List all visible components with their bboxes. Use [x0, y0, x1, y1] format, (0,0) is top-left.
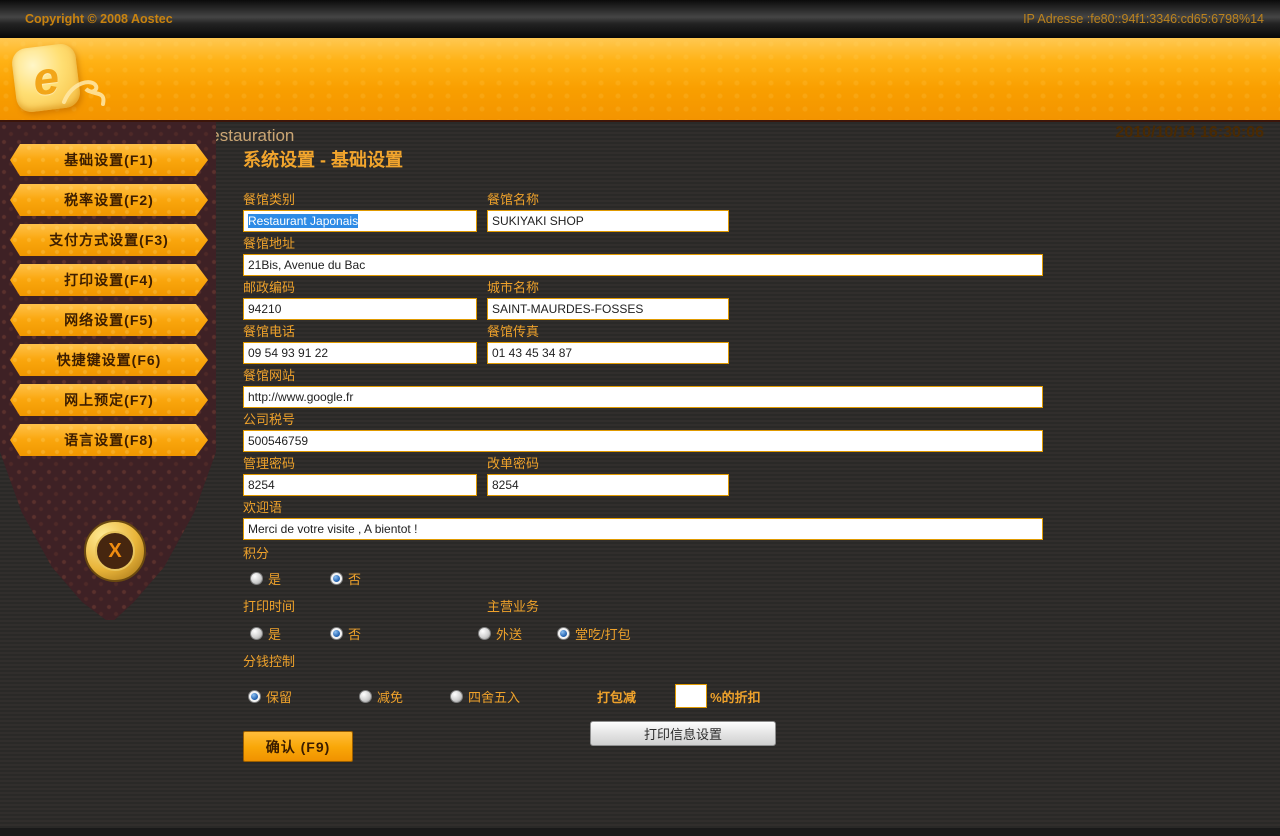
radio-icon[interactable]	[250, 627, 263, 640]
restaurant-fax-input[interactable]	[487, 342, 729, 364]
copyright-text: Copyright © 2008 Aostec	[25, 12, 173, 26]
ip-address-text: IP Adresse :fe80::94f1:3346:cd65:6798%14	[1023, 12, 1264, 26]
confirm-button[interactable]: 确认 (F9)	[243, 731, 353, 762]
radio-icon[interactable]	[557, 627, 570, 640]
cents-keep-radio[interactable]: 保留	[248, 687, 292, 706]
app-header: e AOSTEC Restauration 2010/10/14 16:30:0…	[0, 38, 1280, 122]
exit-badge-button[interactable]: X	[84, 520, 146, 582]
modify-password-label: 改单密码	[487, 456, 729, 471]
tax-id-input[interactable]	[243, 430, 1043, 452]
postal-code-input[interactable]	[243, 298, 477, 320]
tax-id-label: 公司税号	[243, 412, 1043, 427]
settings-form: 系统设置 - 基础设置 餐馆类别 Restaurant Japonais 餐馆名…	[243, 120, 1043, 789]
business-delivery-radio[interactable]: 外送	[478, 624, 522, 643]
welcome-message-label: 欢迎语	[243, 500, 1043, 515]
bottom-border	[0, 828, 1280, 836]
sidebar-item-payment-settings[interactable]: 支付方式设置(F3)	[10, 224, 208, 256]
points-group-label: 积分	[243, 546, 1043, 561]
radio-icon[interactable]	[250, 572, 263, 585]
city-name-label: 城市名称	[487, 280, 729, 295]
sidebar-item-hotkey-settings[interactable]: 快捷键设置(F6)	[10, 344, 208, 376]
modify-password-input[interactable]	[487, 474, 729, 496]
datetime-display: 2010/10/14 16:30:06	[1115, 124, 1264, 142]
selected-text: Restaurant Japonais	[248, 214, 358, 228]
sidebar: 基础设置(F1) 税率设置(F2) 支付方式设置(F3) 打印设置(F4) 网络…	[0, 122, 216, 622]
sidebar-item-network-settings[interactable]: 网络设置(F5)	[10, 304, 208, 336]
print-info-settings-button[interactable]: 打印信息设置	[590, 721, 776, 746]
radio-icon[interactable]	[359, 690, 372, 703]
restaurant-category-input[interactable]: Restaurant Japonais	[243, 210, 477, 232]
print-time-group-label: 打印时间	[243, 599, 487, 611]
restaurant-phone-input[interactable]	[243, 342, 477, 364]
radio-icon[interactable]	[450, 690, 463, 703]
print-time-yes-radio[interactable]: 是	[250, 624, 281, 643]
restaurant-category-label: 餐馆类别	[243, 192, 477, 207]
print-time-no-radio[interactable]: 否	[330, 624, 361, 643]
app-background: Copyright © 2008 Aostec IP Adresse :fe80…	[0, 0, 1280, 836]
website-label: 餐馆网站	[243, 368, 1043, 383]
restaurant-fax-label: 餐馆传真	[487, 324, 729, 339]
restaurant-phone-label: 餐馆电话	[243, 324, 477, 339]
restaurant-name-label: 餐馆名称	[487, 192, 729, 207]
cents-round-radio[interactable]: 四舍五入	[450, 687, 520, 706]
sidebar-item-print-settings[interactable]: 打印设置(F4)	[10, 264, 208, 296]
radio-icon[interactable]	[330, 627, 343, 640]
admin-password-label: 管理密码	[243, 456, 477, 471]
radio-icon[interactable]	[248, 690, 261, 703]
postal-code-label: 邮政编码	[243, 280, 477, 295]
sidebar-item-online-booking[interactable]: 网上预定(F7)	[10, 384, 208, 416]
restaurant-address-label: 餐馆地址	[243, 236, 1043, 251]
city-name-input[interactable]	[487, 298, 729, 320]
x-icon: X	[95, 531, 135, 571]
website-input[interactable]	[243, 386, 1043, 408]
admin-password-input[interactable]	[243, 474, 477, 496]
takeout-discount-label: 打包减	[597, 687, 636, 706]
page-title: 系统设置 - 基础设置	[243, 150, 1043, 170]
points-yes-radio[interactable]: 是	[250, 569, 281, 588]
sidebar-item-tax-settings[interactable]: 税率设置(F2)	[10, 184, 208, 216]
top-status-bar: Copyright © 2008 Aostec IP Adresse :fe80…	[0, 0, 1280, 38]
logo-swoosh-icon	[62, 78, 108, 112]
cents-group-label: 分钱控制	[243, 654, 1043, 669]
welcome-message-input[interactable]	[243, 518, 1043, 540]
radio-icon[interactable]	[478, 627, 491, 640]
business-dinein-radio[interactable]: 堂吃/打包	[557, 624, 631, 643]
restaurant-name-input[interactable]	[487, 210, 729, 232]
points-no-radio[interactable]: 否	[330, 569, 361, 588]
business-group-label: 主营业务	[487, 599, 539, 611]
sidebar-item-language-settings[interactable]: 语言设置(F8)	[10, 424, 208, 456]
cents-waive-radio[interactable]: 减免	[359, 687, 403, 706]
restaurant-address-input[interactable]	[243, 254, 1043, 276]
takeout-discount-suffix: %的折扣	[710, 687, 761, 706]
sidebar-item-basic-settings[interactable]: 基础设置(F1)	[10, 144, 208, 176]
radio-icon[interactable]	[330, 572, 343, 585]
takeout-discount-input[interactable]	[675, 684, 707, 708]
